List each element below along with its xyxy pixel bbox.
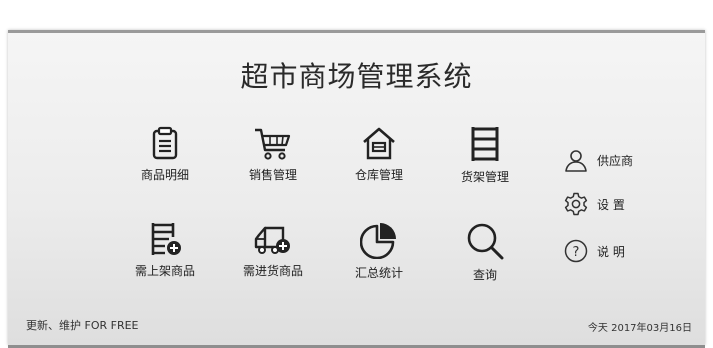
side-item-label: 说 明 [597, 244, 625, 259]
shopping-cart-icon [255, 128, 291, 160]
tile-warehouse-management[interactable]: 仓库管理 [329, 125, 429, 183]
footer-date: 今天 2017年03月16日 [587, 323, 692, 334]
side-item-label: 供应商 [597, 153, 634, 168]
gear-icon [564, 192, 588, 216]
search-icon [467, 223, 504, 260]
side-item-supplier[interactable]: 供应商 [564, 147, 633, 173]
help-icon: ? [564, 239, 588, 263]
svg-text:?: ? [573, 245, 580, 260]
side-item-help[interactable]: ? 说 明 [564, 238, 625, 264]
user-icon [565, 150, 587, 172]
tile-shelf-management[interactable]: 货架管理 [435, 125, 535, 185]
footer-maintenance-note: 更新、维护 FOR FREE [26, 319, 139, 332]
side-item-settings[interactable]: 设 置 [564, 191, 625, 217]
shelf-add-icon [151, 223, 181, 255]
tile-label: 货架管理 [460, 170, 509, 184]
tile-product-details[interactable]: 商品明细 [115, 125, 215, 183]
clipboard-icon [152, 126, 178, 160]
tile-query[interactable]: 查询 [435, 221, 535, 283]
delivery-truck-icon [254, 226, 290, 254]
app-title: 超市商场管理系统 [240, 60, 473, 93]
tile-label: 商品明细 [140, 168, 189, 182]
shelf-icon [471, 127, 499, 161]
pie-chart-icon [360, 223, 396, 259]
tile-label: 汇总统计 [354, 266, 403, 280]
side-item-label: 设 置 [597, 197, 625, 212]
tile-needs-restock[interactable]: 需进货商品 [223, 221, 323, 279]
warehouse-icon [363, 127, 395, 160]
tile-label: 销售管理 [248, 168, 297, 182]
main-window: 超市商场管理系统 商品明细 销售管理 仓库管理 货架管理 需上架商品 需进货商品… [8, 30, 705, 348]
tile-label: 仓库管理 [354, 168, 403, 182]
tile-label: 需上架商品 [134, 264, 195, 278]
tile-sales-management[interactable]: 销售管理 [223, 125, 323, 183]
tile-label: 查询 [472, 268, 497, 282]
tile-label: 需进货商品 [242, 264, 303, 278]
tile-needs-shelving[interactable]: 需上架商品 [115, 221, 215, 279]
tile-summary-statistics[interactable]: 汇总统计 [329, 221, 429, 281]
